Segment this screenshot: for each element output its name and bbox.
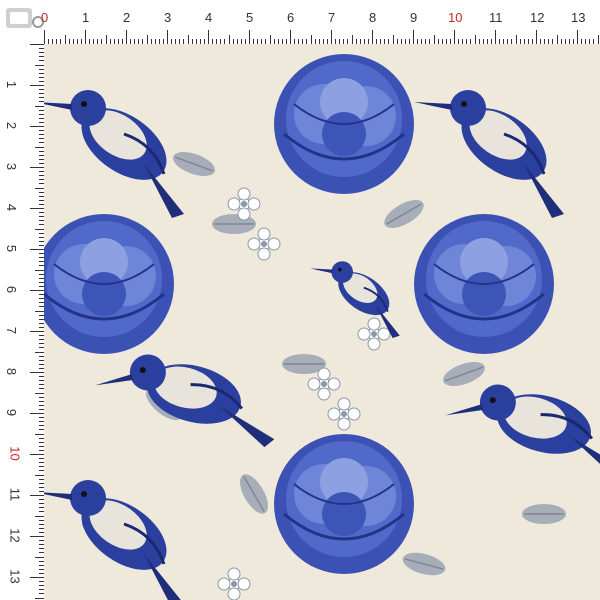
ruler-tick: [515, 35, 517, 44]
ruler-tick: [228, 35, 230, 44]
ruler-tick: [30, 495, 44, 496]
ruler-tick: [105, 35, 107, 44]
ruler-tick: [536, 30, 537, 44]
ruler-left-label: 13: [7, 569, 23, 584]
ruler-tick: [556, 35, 558, 44]
ruler-tick: [167, 30, 168, 44]
ruler-top-label: 1: [82, 10, 90, 25]
ruler-tick: [454, 30, 455, 44]
ruler-left-label: 7: [4, 326, 20, 335]
ruler-tick: [35, 187, 44, 189]
ruler-tick: [30, 372, 44, 373]
ruler-tick: [30, 413, 44, 414]
ruler-tick: [35, 392, 44, 394]
ruler-tick: [30, 44, 44, 45]
ruler-left-label: 8: [4, 367, 20, 376]
ruler-tick: [35, 597, 44, 599]
ruler-top-label: 2: [123, 10, 131, 25]
ruler-left-label: 11: [7, 487, 23, 502]
ruler-tick: [290, 30, 291, 44]
ruler-top-label: 4: [205, 10, 213, 25]
ruler-tick: [577, 30, 578, 44]
ruler-tick: [30, 454, 44, 455]
ruler-tick: [269, 35, 271, 44]
ruler-tick: [30, 577, 44, 578]
ruler-tick: [310, 35, 312, 44]
ruler-tick: [597, 35, 599, 44]
ruler-tick: [30, 208, 44, 209]
ruler-tick: [35, 474, 44, 476]
ruler-tick: [30, 85, 44, 86]
ruler-tick: [35, 310, 44, 312]
ruler-corner: [0, 0, 44, 44]
ruler-tick: [187, 35, 189, 44]
ruler-tick: [35, 146, 44, 148]
ruler-left-label: 10: [7, 446, 23, 461]
ruler-tick: [30, 167, 44, 168]
ruler-tick: [474, 35, 476, 44]
ruler-tick: [208, 30, 209, 44]
ruler-tick: [35, 556, 44, 558]
ruler-tick: [35, 433, 44, 435]
ruler-top-label: 9: [410, 10, 418, 25]
ruler-left-label: 3: [4, 162, 20, 171]
ruler-tick: [35, 105, 44, 107]
ruler-tick: [30, 536, 44, 537]
ruler-left: 1 2 3 4 5 6 7 8 9 10 11 12 13: [0, 44, 44, 600]
ruler-tick: [351, 35, 353, 44]
ruler-tick: [146, 35, 148, 44]
ruler-top-label: 10: [448, 10, 463, 25]
ruler-tick: [85, 30, 86, 44]
ruler-tick: [392, 35, 394, 44]
ruler-tick: [64, 35, 66, 44]
ruler-tick: [126, 30, 127, 44]
ruler-tick: [35, 64, 44, 66]
ruler-top-label: 13: [571, 10, 586, 25]
ruler-tick: [35, 515, 44, 517]
ruler-tick: [249, 30, 250, 44]
ruler-tick: [35, 228, 44, 230]
ruler-tick: [30, 290, 44, 291]
ruler-top-label: 8: [369, 10, 377, 25]
ruler-tick: [413, 30, 414, 44]
ruler-tick: [331, 30, 332, 44]
ruler-left-label: 1: [4, 80, 20, 89]
ruler-tick: [35, 269, 44, 271]
ruler-top-label: 0: [41, 10, 49, 25]
ruler-tick: [372, 30, 373, 44]
ruler-left-label: 6: [4, 285, 20, 294]
toile-pattern-illustration: [44, 52, 600, 600]
ruler-tick: [30, 249, 44, 250]
ruler-top-label: 7: [328, 10, 336, 25]
ruler-tick: [30, 331, 44, 332]
ruler-top-label: 12: [530, 10, 545, 25]
ruler-left-label: 5: [4, 244, 20, 253]
ruler-tick: [44, 30, 45, 44]
ruler-top-label: 5: [246, 10, 254, 25]
ruler-top-label: 3: [164, 10, 172, 25]
ruler-left-label: 9: [4, 408, 20, 417]
ruler-top-label: 11: [489, 10, 503, 25]
ruler-left-label: 2: [4, 121, 20, 130]
ruler-tick: [495, 30, 496, 44]
fabric-pattern: [44, 44, 600, 600]
ruler-left-label: 4: [4, 203, 20, 212]
ruler-tick: [433, 35, 435, 44]
ruler-top-label: 6: [287, 10, 295, 25]
corner-clip-icon: [6, 8, 44, 28]
ruler-tick: [30, 126, 44, 127]
ruler-left-label: 12: [7, 528, 23, 543]
ruler-top: 0 1 2 3 4 5 6 7 8 9 10 11 12 13: [41, 0, 600, 44]
ruler-tick: [35, 351, 44, 353]
